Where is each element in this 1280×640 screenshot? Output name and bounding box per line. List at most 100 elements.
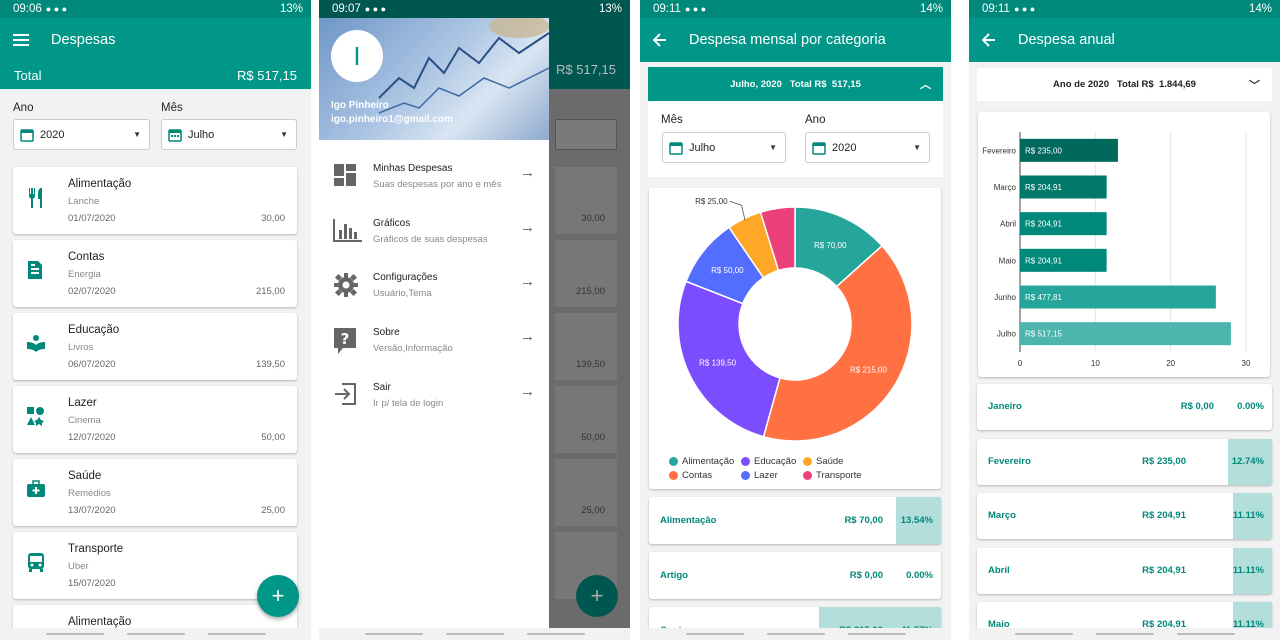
book-icon [26, 333, 46, 353]
app-bar: Despesa mensal por categoria [640, 18, 951, 62]
menu-item-title: Minhas Despesas [373, 163, 453, 174]
system-nav-bar [969, 628, 1280, 640]
exit-icon [333, 382, 357, 406]
filter-panel: Mês Ano Julho ▼ 2020 ▼ [648, 101, 943, 177]
calendar-icon [168, 128, 182, 142]
expense-card[interactable]: Alimentação Lanche 01/07/2020 30,00 [13, 167, 297, 234]
system-nav-bar [640, 628, 951, 640]
month-row[interactable]: Janeiro R$ 0,00 0.00% [977, 384, 1272, 430]
menu-item-my-expenses[interactable]: Minhas Despesas Suas despesas por ano e … [319, 148, 549, 202]
bar-value-label: R$ 204,91 [1025, 256, 1062, 265]
legend-item: Contas [669, 470, 712, 481]
background-value: 50,00 [581, 432, 605, 443]
category-row[interactable]: Alimentação R$ 70,00 13.54% [649, 497, 941, 544]
year-filter-header[interactable]: Ano de 2020 Total R$ 1.844,69 ﹀ [977, 68, 1272, 101]
back-arrow-icon[interactable] [982, 33, 996, 47]
menu-item-subtitle: Ir p/ tela de login [373, 398, 444, 409]
menu-icon[interactable] [13, 33, 29, 47]
category-percent: 13.54% [900, 515, 933, 526]
expense-subcategory: Cinema [68, 415, 101, 426]
status-bar: 09:06 ● ● ● 13% [0, 0, 311, 18]
menu-item-subtitle: Usuário,Tema [373, 288, 432, 299]
app-bar: Despesas [0, 18, 311, 62]
legend-item: Lazer [741, 470, 778, 481]
page-title: Despesas [51, 32, 116, 48]
month-row[interactable]: Abril R$ 204,91 11.11% [977, 548, 1272, 594]
expense-date: 12/07/2020 [68, 432, 116, 443]
menu-item-settings[interactable]: Configurações Usuário,Tema → [319, 257, 549, 311]
status-bar: 09:11 ● ● ● 14% [640, 0, 951, 18]
status-bar: 09:11 ● ● ● 14% [969, 0, 1280, 18]
menu-item-title: Configurações [373, 272, 438, 283]
y-tick-label: Maio [999, 256, 1017, 265]
add-expense-button[interactable]: + [257, 575, 299, 617]
expense-value: 139,50 [255, 359, 285, 370]
arrow-right-icon: → [520, 164, 535, 181]
expense-date: 06/07/2020 [68, 359, 116, 370]
back-arrow-icon[interactable] [653, 33, 667, 47]
chevron-up-icon[interactable]: ︿ [920, 76, 931, 92]
y-tick-label: Março [994, 183, 1017, 192]
year-select[interactable]: 2020 ▼ [13, 119, 150, 150]
filter-expansion-header[interactable]: Julho, 2020 Total R$ 517,15 ︿ [648, 67, 943, 101]
legend-item: Transporte [803, 470, 862, 481]
expense-card[interactable]: Saúde Remédios 13/07/2020 25,00 [13, 459, 297, 526]
expense-name: Alimentação [68, 616, 132, 628]
status-bar: 09:07 ● ● ● 13% [319, 0, 630, 18]
month-value: R$ 235,00 [1142, 456, 1186, 467]
month-name: Março [988, 510, 1016, 521]
y-tick-label: Fevereiro [982, 146, 1016, 155]
bar-chart-icon [333, 218, 363, 242]
month-select[interactable]: Julho ▼ [662, 132, 786, 163]
status-time: 09:07 [332, 3, 361, 15]
year-select[interactable]: 2020 ▼ [805, 132, 930, 163]
bar-value-label: R$ 204,91 [1025, 183, 1062, 192]
svg-text:?: ? [341, 330, 350, 348]
calendar-icon [812, 141, 826, 155]
arrow-right-icon: → [520, 328, 535, 345]
total-bar: Total R$ 517,15 [0, 62, 311, 89]
menu-item-subtitle: Gráficos de suas despesas [373, 234, 488, 245]
expense-subcategory: Uber [68, 561, 89, 572]
menu-item-logout[interactable]: Sair Ir p/ tela de login → [319, 367, 549, 421]
chevron-down-icon[interactable]: ﹀ [1249, 77, 1260, 93]
arrow-right-icon: → [520, 219, 535, 236]
background-value: 30,00 [581, 213, 605, 224]
slice-label: R$ 50,00 [711, 266, 744, 275]
gear-icon [333, 272, 359, 298]
x-tick-label: 0 [1018, 359, 1023, 368]
bar-chart-card: 0 10 20 30 Fevereiro R$ 235,00 Março R$ 204,91 A… [978, 112, 1270, 377]
category-row[interactable]: Artigo R$ 0,00 0.00% [649, 552, 941, 599]
month-row[interactable]: Março R$ 204,91 11.11% [977, 493, 1272, 539]
background-value: 139,50 [575, 359, 605, 370]
dashboard-icon [333, 163, 357, 187]
month-row[interactable]: Fevereiro R$ 235,00 12.74% [977, 439, 1272, 485]
menu-item-about[interactable]: ? Sobre Versão,Informação → [319, 312, 549, 366]
dropdown-arrow-icon: ▼ [133, 130, 141, 139]
system-nav-bar [319, 628, 630, 640]
avatar[interactable]: I [331, 30, 383, 82]
category-value: R$ 70,00 [844, 515, 883, 526]
help-icon: ? [333, 327, 357, 355]
expense-card[interactable]: Contas Energia 02/07/2020 215,00 [13, 240, 297, 307]
calendar-icon [20, 128, 34, 142]
donut-chart-card: R$ 70,00 R$ 215,00 R$ 139,50 R$ 50,00 R$ 25,… [649, 188, 941, 489]
month-select-value: Julho [188, 128, 215, 141]
user-email: igo.pinheiro1@gmail.com [331, 114, 453, 125]
month-select[interactable]: Julho ▼ [161, 119, 297, 150]
year-select-value: 2020 [832, 141, 857, 154]
expense-card[interactable]: Educação Livros 06/07/2020 139,50 [13, 313, 297, 380]
app-bar: Despesa anual [969, 18, 1280, 62]
expense-name: Contas [68, 251, 105, 263]
expense-name: Saúde [68, 470, 102, 482]
expense-date: 01/07/2020 [68, 213, 116, 224]
expense-card[interactable]: Lazer Cinema 12/07/2020 50,00 [13, 386, 297, 453]
monthly-category-chart-screen: 09:11 ● ● ● 14% Despesa mensal por catego… [640, 0, 951, 640]
month-label: Mês [161, 102, 183, 114]
slice-label: R$ 70,00 [814, 241, 847, 250]
month-percent: 0.00% [1237, 401, 1264, 412]
total-value: R$ 517,15 [237, 68, 297, 83]
menu-item-charts[interactable]: Gráficos Gráficos de suas despesas → [319, 203, 549, 257]
background-total: R$ 517,15 [556, 62, 616, 77]
expense-card[interactable]: Transporte Uber 15/07/2020 [13, 532, 297, 599]
